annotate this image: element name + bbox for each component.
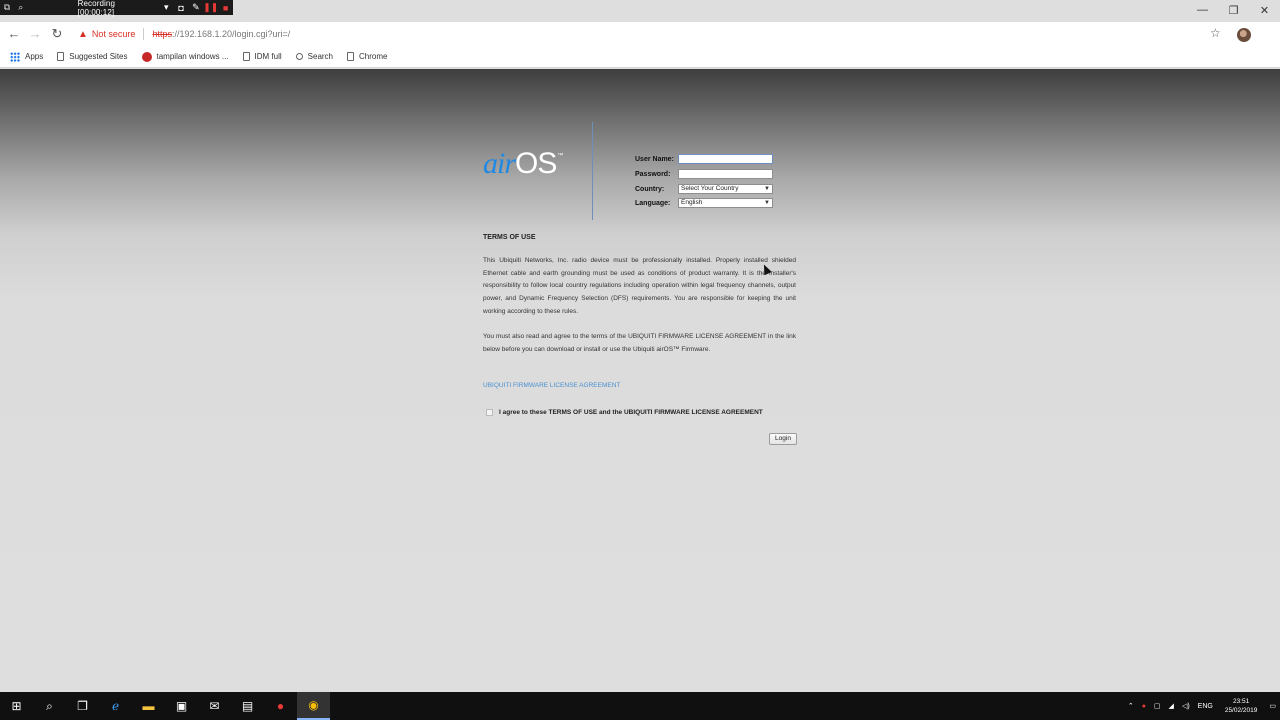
recording-status: Recording [00:00:12] [77, 0, 115, 17]
url-protocol: https [152, 29, 172, 39]
bookmark-apps[interactable]: Apps [10, 51, 44, 62]
address-bar[interactable]: ▲ Not secure https ://192.168.1.20/login… [70, 24, 1230, 44]
edge-browser-icon[interactable]: ℯ [99, 692, 132, 720]
windows-start-icon[interactable]: ⊞ [0, 692, 33, 720]
logo-os: OS [515, 147, 557, 180]
reload-icon[interactable]: ↻ [49, 26, 65, 42]
tray-expand-icon[interactable]: ⌃ [1128, 702, 1134, 710]
url-path: ://192.168.1.20/login.cgi?uri=/ [171, 29, 291, 39]
login-button[interactable]: Login [769, 433, 797, 445]
notepad-icon[interactable]: ▤ [231, 692, 264, 720]
bookmark-search[interactable]: Search [295, 52, 334, 61]
address-separator [143, 28, 145, 40]
back-arrow-icon[interactable]: ← [6, 26, 22, 42]
username-input[interactable] [681, 155, 772, 163]
system-tray: ⌃ ● ▢ ◢ ◁) ENG 23:51 25/02/2019 ▭ [1124, 692, 1280, 720]
agree-label[interactable]: I agree to these TERMS OF USE and the UB… [499, 409, 763, 416]
minimize-icon[interactable]: — [1187, 0, 1218, 20]
camera-icon[interactable]: ◘ [174, 3, 189, 13]
tray-display-icon[interactable]: ▢ [1154, 702, 1161, 710]
terms-paragraph-1: This Ubiquiti Networks, Inc. radio devic… [483, 257, 796, 315]
password-field[interactable] [678, 169, 773, 179]
recorder-app-icon: ⧉ [3, 2, 11, 12]
notifications-icon[interactable]: ▭ [1269, 702, 1276, 710]
country-select[interactable]: Select Your Country ▼ [678, 184, 773, 194]
bookmark-idm-full[interactable]: IDM full [242, 52, 282, 61]
airos-login-page: air OS ™ User Name: Password: Country: Sel… [0, 69, 1280, 692]
password-input[interactable] [681, 170, 772, 178]
recorder-dropdown-icon[interactable]: ▾ [159, 2, 174, 13]
tray-red-app-icon[interactable]: ● [1142, 703, 1146, 710]
language-selected-value: English [681, 199, 703, 206]
recorder-search-icon[interactable]: ⌕ [14, 0, 28, 15]
logo-air: air [483, 147, 516, 180]
volume-icon[interactable]: ◁) [1182, 702, 1190, 710]
country-selected-value: Select Your Country [681, 185, 739, 192]
country-label: Country: [635, 186, 665, 193]
taskbar-clock[interactable]: 23:51 25/02/2019 [1225, 697, 1258, 715]
clock-date: 25/02/2019 [1224, 707, 1258, 714]
browser-navbar: ← → ↻ ▲ Not secure https ://192.168.1.20… [0, 22, 1280, 63]
agree-row[interactable]: I agree to these TERMS OF USE and the UB… [486, 409, 763, 416]
stop-icon[interactable]: ■ [218, 3, 233, 13]
page-icon [347, 52, 355, 61]
license-agreement-link[interactable]: UBIQUITI FIRMWARE LICENSE AGREEMENT [483, 382, 620, 389]
recorder-app-icon[interactable]: ● [264, 692, 297, 720]
network-icon[interactable]: ◢ [1169, 702, 1174, 710]
bookmark-star-icon[interactable]: ☆ [1210, 26, 1221, 40]
page-icon [57, 52, 65, 61]
pen-icon[interactable]: ✎ [188, 2, 203, 13]
restore-icon[interactable]: ❐ [1218, 0, 1249, 20]
bookmark-chrome[interactable]: Chrome [347, 52, 387, 61]
task-view-icon[interactable]: ❐ [66, 692, 99, 720]
terms-title: TERMS OF USE [483, 234, 536, 241]
file-explorer-icon[interactable]: ▬ [132, 692, 165, 720]
username-field[interactable] [678, 154, 773, 164]
header-divider [592, 122, 593, 220]
window-titlebar: ⧉ ⌕ Recording [00:00:12] ▾ ◘ ✎ ❚❚ ■ — ❐ … [0, 0, 1280, 22]
bookmark-suggested-sites[interactable]: Suggested Sites [57, 52, 128, 61]
password-label: Password: [635, 171, 671, 178]
bookmarks-bar: Apps Suggested Sites tampilan windows ..… [0, 46, 1280, 68]
pause-icon[interactable]: ❚❚ [203, 2, 218, 13]
bookmark-label: Apps [25, 52, 44, 61]
bookmark-tampilan-windows[interactable]: tampilan windows ... [141, 51, 229, 62]
store-icon[interactable]: ▣ [165, 692, 198, 720]
not-secure-label[interactable]: Not secure [92, 29, 136, 39]
search-icon [295, 53, 303, 60]
agree-checkbox[interactable] [486, 409, 493, 416]
warning-triangle-icon[interactable]: ▲ [78, 29, 88, 40]
page-icon [242, 52, 250, 61]
red-site-icon [141, 51, 152, 62]
chevron-down-icon: ▼ [764, 200, 770, 206]
bookmark-label: Chrome [359, 52, 388, 61]
chevron-down-icon: ▼ [764, 186, 770, 192]
apps-grid-icon [10, 51, 20, 62]
airos-logo: air OS ™ [483, 147, 563, 181]
language-label: Language: [635, 200, 671, 207]
profile-avatar[interactable] [1237, 28, 1251, 42]
close-icon[interactable]: ✕ [1249, 0, 1280, 20]
bookmark-label: IDM full [254, 52, 282, 61]
chrome-icon[interactable]: ◉ [297, 692, 330, 720]
language-indicator[interactable]: ENG [1198, 703, 1213, 710]
window-controls: — ❐ ✕ [1187, 0, 1280, 20]
recorder-toolbar: ⧉ ⌕ Recording [00:00:12] ▾ ◘ ✎ ❚❚ ■ [0, 0, 233, 17]
clock-time: 23:51 [1232, 698, 1250, 705]
search-icon[interactable]: ⌕ [33, 692, 66, 720]
bookmark-label: Search [307, 52, 334, 61]
username-label: User Name: [635, 156, 674, 163]
forward-arrow-icon[interactable]: → [27, 26, 43, 42]
mail-icon[interactable]: ✉ [198, 692, 231, 720]
bookmark-label: tampilan windows ... [156, 52, 229, 61]
language-select[interactable]: English ▼ [678, 198, 773, 208]
logo-trademark: ™ [557, 153, 564, 159]
terms-paragraph-2: You must also read and agree to the term… [483, 333, 796, 353]
bookmark-label: Suggested Sites [69, 52, 128, 61]
windows-taskbar: ⊞ ⌕ ❐ ℯ ▬ ▣ ✉ ▤ ● ◉ ⌃ ● ▢ ◢ ◁) ENG 23:51… [0, 692, 1280, 720]
